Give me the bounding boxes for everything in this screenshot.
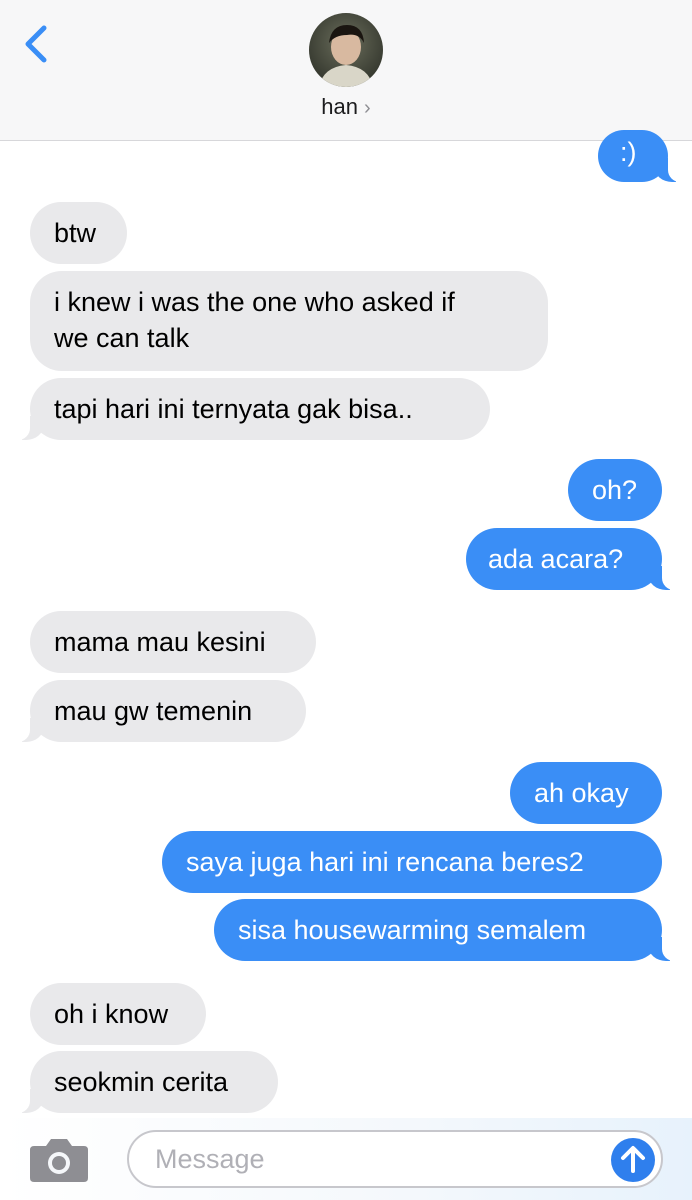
back-button[interactable]	[18, 22, 58, 66]
contact-avatar[interactable]	[309, 13, 383, 87]
message-bubble-outgoing[interactable]: sisa housewarming semalem	[214, 899, 674, 961]
message-bubble-outgoing[interactable]: :)	[598, 130, 680, 182]
message-bubble-incoming[interactable]: tapi hari ini ternyata gak bisa..	[18, 378, 490, 440]
camera-button[interactable]	[28, 1134, 90, 1184]
send-button[interactable]	[611, 1138, 655, 1182]
message-bubble-outgoing[interactable]: ah okay	[510, 762, 662, 824]
message-bubble-incoming[interactable]: i knew i was the one who asked if we can…	[30, 271, 548, 371]
contact-name: han	[321, 94, 359, 119]
message-bubble-incoming[interactable]: oh i know	[30, 983, 206, 1045]
message-input[interactable]: Message	[127, 1130, 663, 1188]
send-arrow-up-icon	[621, 1146, 645, 1173]
message-bubble-outgoing[interactable]: saya juga hari ini rencana beres2	[162, 831, 662, 893]
message-bubble-outgoing[interactable]: oh?	[568, 459, 662, 521]
chevron-left-icon	[25, 25, 47, 63]
message-placeholder: Message	[155, 1144, 265, 1174]
message-bubble-incoming[interactable]: mama mau kesini	[30, 611, 316, 673]
message-bubble-outgoing[interactable]: ada acara?	[466, 528, 674, 590]
message-bubble-incoming[interactable]: seokmin cerita	[18, 1051, 278, 1113]
camera-icon	[30, 1139, 88, 1182]
message-composer: Message	[0, 1118, 692, 1200]
message-bubble-incoming[interactable]: mau gw temenin	[18, 680, 306, 742]
message-bubble-incoming[interactable]: btw	[30, 202, 127, 264]
chevron-right-icon: ›	[364, 97, 371, 119]
conversation-header: han ›	[0, 0, 692, 141]
contact-name-row[interactable]: han ›	[0, 94, 692, 120]
